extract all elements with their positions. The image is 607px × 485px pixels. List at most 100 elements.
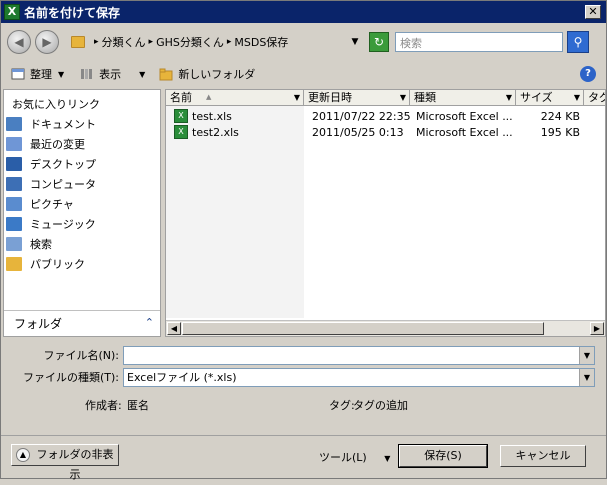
file-size: 224 KB	[540, 109, 580, 123]
help-icon[interactable]: ?	[580, 66, 596, 82]
file-name: test.xls	[192, 109, 232, 123]
new-folder-label: 新しいフォルダ	[178, 68, 256, 81]
filetype-value: Excelファイル (*.xls)	[127, 370, 237, 384]
nav-item[interactable]: 最近の変更	[4, 134, 160, 154]
organize-label: 整理	[30, 68, 52, 81]
breadcrumb-item[interactable]: MSDS保存	[234, 34, 288, 50]
nav-item[interactable]: ピクチャ	[4, 194, 160, 214]
folders-label: フォルダ	[14, 317, 63, 331]
chevron-down-icon[interactable]: ▼	[579, 346, 594, 364]
chevron-down-icon: ▼	[505, 93, 512, 102]
nav-item[interactable]: 検索	[4, 234, 160, 254]
organize-menu[interactable]: 整理 ▼	[11, 66, 64, 82]
scroll-left-icon[interactable]: ◀	[167, 322, 181, 335]
column-header: 名前 ▼ ▲ 更新日時 ▼ 種類 ▼ サイズ ▼ タグ	[166, 90, 605, 106]
new-folder-button[interactable]: 新しいフォルダ	[159, 66, 255, 82]
scroll-thumb[interactable]	[182, 322, 544, 335]
hide-folders-button[interactable]: ▲ フォルダの非表示	[11, 444, 119, 481]
chevron-down-icon: ▼	[139, 69, 146, 79]
folder-icon	[71, 36, 85, 48]
file-size: 195 KB	[540, 125, 580, 139]
column-label: タグ	[588, 91, 605, 104]
file-list: 名前 ▼ ▲ 更新日時 ▼ 種類 ▼ サイズ ▼ タグ Xtest.xls 201…	[165, 89, 606, 337]
chevron-down-icon[interactable]: ▼	[579, 368, 594, 386]
back-button[interactable]: ◀	[7, 30, 31, 54]
search-button[interactable]: ⚲	[567, 31, 589, 53]
navigation-pane: お気に入りリンク ドキュメント最近の変更 デスクトップコンピュータ ピクチャミュージ…	[3, 89, 161, 337]
sort-up-icon: ▲	[206, 93, 212, 101]
nav-item-label: ピクチャ	[30, 198, 74, 211]
tools-label: ツール(L)	[319, 451, 367, 464]
computer-icon	[6, 177, 22, 191]
file-type: Microsoft Excel ...	[416, 109, 513, 123]
refresh-icon: ↻	[373, 35, 385, 49]
dialog-footer: ▲ フォルダの非表示 ツール(L) ▼ 保存(S) キャンセル	[1, 435, 606, 481]
chevron-down-icon: ▼	[58, 69, 65, 79]
chevron-down-icon: ▼	[399, 93, 406, 102]
file-row[interactable]: Xtest2.xls 2011/05/25 0:13 Microsoft Excel…	[166, 124, 605, 140]
file-modified: 2011/07/22 22:35	[312, 109, 410, 123]
chevron-right-icon: ▸	[226, 37, 232, 47]
column-label: 種類	[414, 91, 436, 104]
breadcrumb-item[interactable]: 分類くん	[102, 34, 146, 50]
view-icon	[81, 69, 93, 79]
chevron-down-icon: ▼	[573, 93, 580, 102]
metadata-row: 作成者: 匿名 タグ: タグの追加	[1, 397, 606, 413]
refresh-button[interactable]: ↻	[369, 32, 389, 52]
nav-item-label: ドキュメント	[30, 118, 96, 131]
magnifier-icon: ⚲	[573, 35, 583, 49]
favorites-title: お気に入りリンク	[12, 98, 100, 111]
scroll-right-icon[interactable]: ▶	[590, 322, 604, 335]
filename-field[interactable]: ▼	[123, 345, 595, 365]
column-size[interactable]: サイズ ▼	[516, 90, 584, 106]
excel-icon: X	[4, 4, 20, 20]
chevron-right-icon: ▸	[148, 37, 154, 47]
column-name[interactable]: 名前 ▼ ▲	[166, 90, 304, 106]
chevron-down-icon: ▼	[384, 454, 391, 463]
column-modified[interactable]: 更新日時 ▼	[304, 90, 410, 106]
nav-item[interactable]: ミュージック	[4, 214, 160, 234]
arrow-left-icon: ◀	[14, 35, 24, 49]
toolbar: 整理 ▼ 表示 ▼ 新しいフォルダ ?	[1, 61, 606, 87]
chevron-right-icon: ▸	[94, 37, 99, 47]
file-row[interactable]: Xtest.xls 2011/07/22 22:35 Microsoft Excel…	[166, 108, 605, 124]
view-menu[interactable]: 表示 ▼	[80, 66, 145, 82]
excel-file-icon: X	[174, 125, 188, 139]
folders-toggle[interactable]: フォルダ ⌃	[4, 310, 160, 336]
breadcrumb[interactable]: ▸ 分類くん ▸ GHS分類くん ▸ MSDS保存 ▼	[71, 31, 363, 53]
favorites-list: ドキュメント最近の変更 デスクトップコンピュータ ピクチャミュージック検索 パブリック	[4, 114, 160, 274]
breadcrumb-item[interactable]: GHS分類くん	[156, 34, 224, 50]
excel-file-icon: X	[174, 109, 188, 123]
column-tags[interactable]: タグ	[584, 90, 605, 106]
chevron-up-icon: ▲	[16, 448, 30, 462]
filetype-select[interactable]: Excelファイル (*.xls) ▼	[123, 367, 595, 387]
nav-item-label: コンピュータ	[30, 178, 96, 191]
author-label: 作成者:	[85, 399, 122, 412]
horizontal-scrollbar[interactable]: ◀ ▶	[166, 320, 605, 336]
filetype-row: ファイルの種類(T): Excelファイル (*.xls) ▼	[1, 367, 606, 387]
hide-folders-label: フォルダの非表示	[36, 448, 114, 481]
author-value[interactable]: 匿名	[127, 397, 149, 413]
close-button[interactable]: ✕	[585, 5, 601, 19]
new-folder-icon	[159, 68, 173, 81]
cancel-button[interactable]: キャンセル	[500, 445, 586, 467]
desktop-icon	[6, 157, 22, 171]
nav-item[interactable]: デスクトップ	[4, 154, 160, 174]
column-type[interactable]: 種類 ▼	[410, 90, 516, 106]
nav-item-label: ミュージック	[30, 218, 96, 231]
nav-item[interactable]: コンピュータ	[4, 174, 160, 194]
nav-item[interactable]: ドキュメント	[4, 114, 160, 134]
column-label: 名前	[170, 91, 192, 104]
chevron-down-icon[interactable]: ▼	[347, 37, 363, 47]
tags-value[interactable]: タグの追加	[353, 397, 408, 413]
save-as-dialog: X 名前を付けて保存 ✕ ◀ ▶ ▸ 分類くん ▸ GHS分類くん ▸ MSDS…	[0, 0, 607, 481]
forward-button[interactable]: ▶	[35, 30, 59, 54]
recent-icon	[6, 137, 22, 151]
save-button[interactable]: 保存(S)	[398, 444, 488, 468]
file-modified: 2011/05/25 0:13	[312, 125, 404, 139]
organize-icon	[11, 68, 25, 80]
nav-item[interactable]: パブリック	[4, 254, 160, 274]
search-input[interactable]: 検索	[395, 32, 563, 52]
tools-menu[interactable]: ツール(L) ▼	[319, 449, 390, 465]
title-bar: X 名前を付けて保存 ✕	[1, 1, 606, 23]
